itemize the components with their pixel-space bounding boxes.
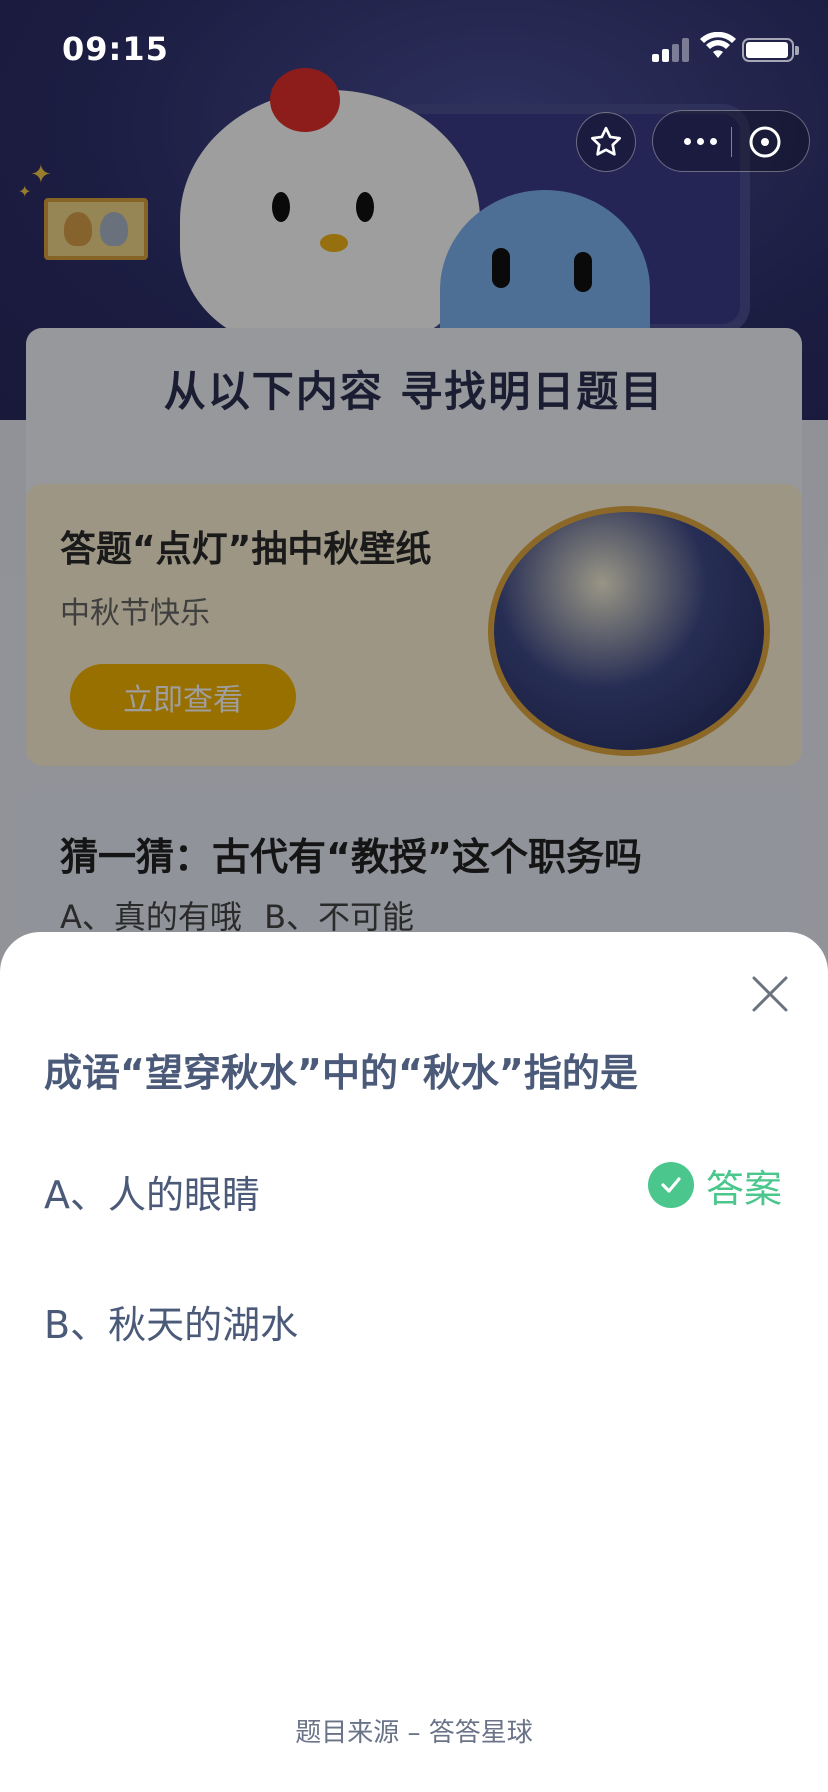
option-b[interactable]: B、秋天的湖水 [44, 1294, 298, 1349]
status-time: 09:15 [62, 30, 169, 68]
answer-sheet: 成语“望穿秋水”中的“秋水”指的是 A、人的眼睛 答案 B、秋天的湖水 题目来源… [0, 932, 828, 1792]
answer-label: 答案 [706, 1166, 783, 1211]
battery-icon [742, 38, 799, 62]
miniprogram-capsule [652, 110, 810, 172]
answer-badge: 答案 [648, 1160, 783, 1211]
more-button[interactable] [675, 123, 725, 159]
cellular-signal-icon [652, 38, 690, 62]
star-button[interactable] [576, 112, 636, 172]
question-source: 题目来源 – 答答星球 [295, 1718, 533, 1748]
close-icon[interactable] [748, 972, 792, 1016]
check-circle-icon [648, 1162, 694, 1208]
more-icon [683, 137, 717, 145]
option-a[interactable]: A、人的眼睛 [44, 1164, 260, 1219]
status-bar: 09:15 [0, 0, 828, 100]
star-icon [591, 126, 621, 156]
wifi-icon [700, 32, 736, 58]
question-text: 成语“望穿秋水”中的“秋水”指的是 [44, 1051, 638, 1095]
capsule-divider [731, 127, 732, 157]
close-circle-icon[interactable] [747, 124, 783, 160]
